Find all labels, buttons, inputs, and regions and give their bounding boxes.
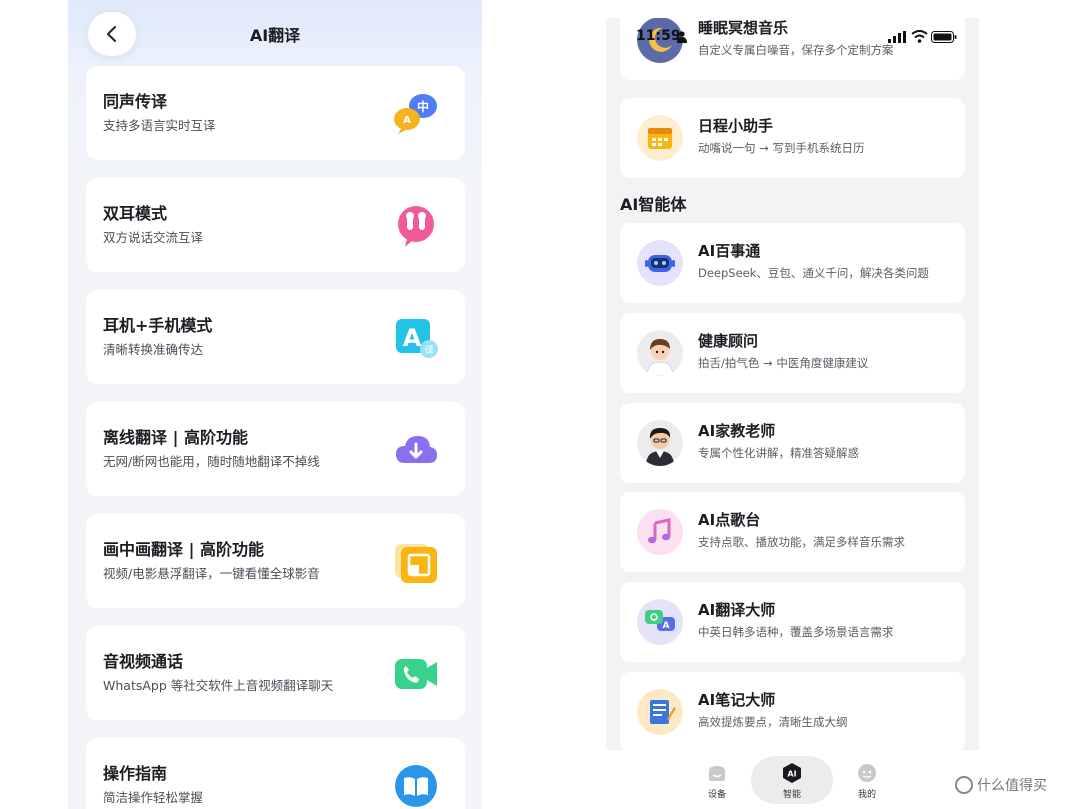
agent-ai-note-master[interactable]: AI笔记大师 高效提炼要点，清晰生成大纲 (620, 672, 965, 752)
pip-icon (395, 544, 437, 583)
watermark-logo-icon (955, 776, 973, 794)
feature-guide[interactable]: 操作指南 简洁操作轻松掌握 (86, 738, 465, 809)
calendar-icon (637, 115, 683, 161)
agent-subtitle: 专属个性化讲解，精准答疑解惑 (698, 446, 859, 460)
music-note-icon (637, 509, 683, 555)
feature-title: 操作指南 (103, 764, 168, 783)
signal-icon (888, 31, 906, 43)
ai-smart-screen: 11:59 睡眠冥想音乐 自定义专属白噪音，保存多个定制方案 日程小助手 动嘴说… (606, 18, 979, 809)
feature-title: 同声传译 (103, 92, 168, 111)
teacher-avatar-icon (637, 420, 683, 466)
doctor-avatar-icon (637, 330, 683, 376)
svg-text:中: 中 (417, 99, 429, 114)
earbuds-icon (398, 206, 434, 247)
robot-icon (637, 240, 683, 286)
agent-title: AI家教老师 (698, 422, 776, 440)
svg-text:AI: AI (787, 770, 796, 779)
svg-text:译: 译 (424, 345, 433, 356)
tab-bar: 设备 AI 智能 我的 (606, 750, 979, 809)
agent-title: 健康顾问 (698, 332, 759, 350)
agent-subtitle: 支持点歌、播放功能，满足多样音乐需求 (698, 535, 905, 549)
feature-subtitle: 清晰转换准确传达 (103, 342, 204, 357)
video-call-icon (395, 659, 437, 689)
ai-hexagon-icon: AI (783, 763, 801, 783)
feature-offline-translation[interactable]: 离线翻译 | 高阶功能 无网/断网也能用，随时随地翻译不掉线 (86, 402, 465, 496)
tab-device[interactable]: 设备 (687, 758, 747, 800)
feature-headset-phone-mode[interactable]: 耳机+手机模式 清晰转换准确传达 A 译 (86, 290, 465, 384)
item-schedule-assistant[interactable]: 日程小助手 动嘴说一句 → 写到手机系统日历 (620, 98, 965, 178)
ai-translate-screen: AI翻译 同声传译 支持多语言实时互译 中 A 双耳模式 双方说话交流互译 耳机… (68, 0, 482, 809)
tab-smart[interactable]: AI 智能 (751, 756, 833, 804)
feature-subtitle: WhatsApp 等社交软件上音视频翻译聊天 (103, 678, 334, 693)
agent-ai-tutor[interactable]: AI家教老师 专属个性化讲解，精准答疑解惑 (620, 403, 965, 483)
agent-title: AI百事通 (698, 242, 761, 260)
agent-title: AI翻译大师 (698, 601, 776, 619)
item-subtitle: 动嘴说一句 → 写到手机系统日历 (698, 141, 865, 155)
feature-subtitle: 双方说话交流互译 (103, 230, 204, 245)
agent-subtitle: 中英日韩多语种，覆盖多场景语言需求 (698, 625, 894, 639)
feature-av-call[interactable]: 音视频通话 WhatsApp 等社交软件上音视频翻译聊天 (86, 626, 465, 720)
status-time: 11:59 (636, 28, 681, 44)
agent-title: AI点歌台 (698, 511, 761, 529)
profile-icon (858, 764, 876, 782)
guide-book-icon (395, 765, 437, 807)
agent-title: AI笔记大师 (698, 691, 776, 709)
person-icon (677, 31, 687, 43)
feature-title: 离线翻译 | 高阶功能 (103, 428, 248, 447)
page-title: AI翻译 (249, 26, 301, 45)
section-title: AI智能体 (620, 195, 687, 214)
tab-label: 智能 (782, 790, 801, 800)
screenshot-stage: AI翻译 同声传译 支持多语言实时互译 中 A 双耳模式 双方说话交流互译 耳机… (0, 0, 1080, 809)
agent-health-advisor[interactable]: 健康顾问 拍舌/拍气色 → 中医角度健康建议 (620, 313, 965, 393)
simultaneous-translate-icon: 中 A (394, 94, 437, 134)
svg-text:A: A (403, 324, 422, 352)
battery-icon (931, 31, 957, 43)
status-bar: 11:59 (606, 28, 979, 48)
notebook-icon (637, 689, 683, 735)
watermark: 什么值得买 (955, 775, 1047, 795)
feature-subtitle: 视频/电影悬浮翻译，一键看懂全球影音 (103, 566, 320, 581)
feature-simultaneous-translation[interactable]: 同声传译 支持多语言实时互译 中 A (86, 66, 465, 160)
translate-a-icon: A 译 (396, 319, 438, 358)
feature-title: 画中画翻译 | 高阶功能 (103, 540, 264, 559)
agent-ai-song-request[interactable]: AI点歌台 支持点歌、播放功能，满足多样音乐需求 (620, 492, 965, 572)
wifi-icon (911, 30, 928, 43)
feature-subtitle: 支持多语言实时互译 (103, 118, 216, 133)
feature-title: 耳机+手机模式 (103, 316, 213, 335)
agent-subtitle: 拍舌/拍气色 → 中医角度健康建议 (698, 356, 869, 370)
tab-label: 我的 (857, 790, 876, 800)
item-title: 日程小助手 (698, 117, 774, 135)
feature-picture-in-picture[interactable]: 画中画翻译 | 高阶功能 视频/电影悬浮翻译，一键看懂全球影音 (86, 514, 465, 608)
cloud-download-icon (396, 436, 437, 463)
translate-bubble-icon: A (637, 599, 683, 645)
agent-ai-baishitong[interactable]: AI百事通 DeepSeek、豆包、通义千问，解决各类问题 (620, 223, 965, 303)
feature-binaural-mode[interactable]: 双耳模式 双方说话交流互译 (86, 178, 465, 272)
feature-title: 双耳模式 (103, 204, 168, 223)
agent-ai-translate-master[interactable]: A AI翻译大师 中英日韩多语种，覆盖多场景语言需求 (620, 582, 965, 662)
device-icon (709, 766, 725, 781)
tab-label: 设备 (707, 790, 726, 800)
agent-subtitle: DeepSeek、豆包、通义千问，解决各类问题 (698, 266, 929, 280)
header: AI翻译 (68, 0, 482, 66)
svg-text:A: A (403, 115, 411, 126)
feature-subtitle: 无网/断网也能用，随时随地翻译不掉线 (103, 454, 320, 469)
svg-text:A: A (663, 621, 670, 631)
tab-mine[interactable]: 我的 (837, 758, 897, 800)
feature-title: 音视频通话 (103, 652, 184, 671)
feature-subtitle: 简洁操作轻松掌握 (103, 790, 204, 805)
agent-subtitle: 高效提炼要点，清晰生成大纲 (698, 715, 848, 729)
watermark-text: 什么值得买 (977, 778, 1047, 794)
